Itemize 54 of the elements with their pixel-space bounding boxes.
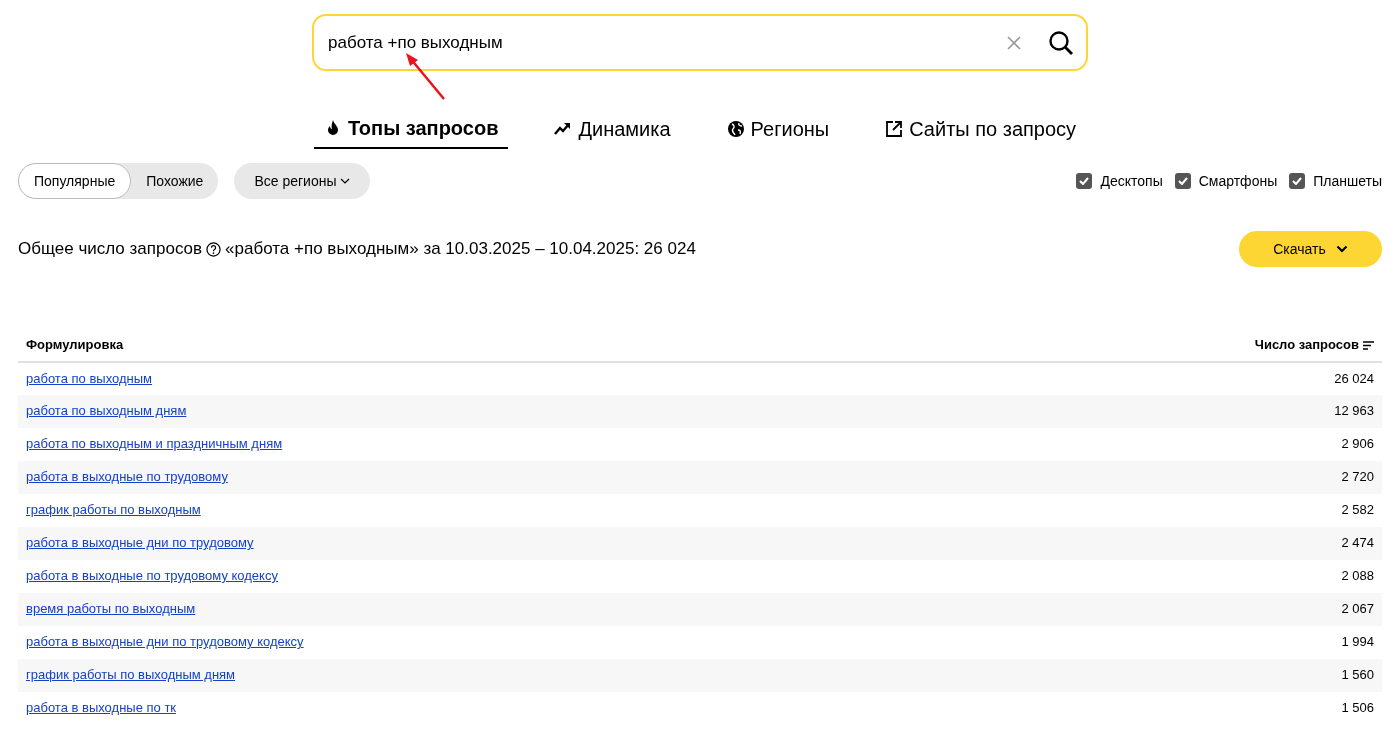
query-link[interactable]: работа в выходные по трудовому кодексу [26,568,278,584]
query-link[interactable]: работа в выходные по трудовому [26,469,228,485]
chevron-icon [340,178,351,184]
tab[interactable]: Топы запросов [313,113,509,149]
checkbox-label: Смартфоны [1198,171,1278,191]
column-header: Формулировка [26,337,124,352]
search-field[interactable]: работа +по выходным [312,14,1088,71]
query-count: 26 024 [1334,370,1374,386]
checkbox-label: Планшеты [1313,171,1382,191]
column-header[interactable]: Число запросов [1254,337,1359,352]
query-count: 2 474 [1341,535,1374,551]
checkbox[interactable] [1174,173,1191,189]
query-count: 2 720 [1341,469,1374,485]
download-button[interactable]: Скачать [1239,231,1382,267]
chevron-icon [1335,245,1348,253]
query-count: 2 067 [1341,601,1374,617]
tab[interactable]: Регионы [716,113,840,149]
annotation-arrow [404,52,448,102]
tab[interactable]: Динамика [544,113,681,149]
query-link[interactable]: работа по выходным и праздничным дням [26,436,283,452]
checkbox[interactable] [1289,173,1306,189]
query-count: 12 963 [1334,403,1374,419]
summary-text: «работа +по выходным» за 10.03.2025 – 10.04.2025: 26 024 [225,238,696,261]
checkmark-icon [1292,177,1303,185]
query-count: 2 088 [1341,568,1374,584]
region-dropdown[interactable]: Все регионы [234,163,371,199]
query-count: 2 582 [1341,502,1374,518]
checkmark-icon [1079,177,1090,185]
summary-label: Общее число запросов [18,238,203,261]
search-icon[interactable] [1048,29,1074,56]
sort-icon[interactable] [1363,341,1374,351]
query-link[interactable]: график работы по выходным дням [26,667,236,683]
search-input[interactable]: работа +по выходным [326,28,1006,57]
tab[interactable]: Сайты по запросу [875,113,1087,149]
query-link[interactable]: работа по выходным дням [26,403,187,419]
help-icon[interactable] [206,241,222,257]
query-count: 1 560 [1341,667,1374,683]
query-link[interactable]: график работы по выходным [26,502,201,518]
query-link[interactable]: время работы по выходным [26,601,196,617]
mode-tab[interactable]: Популярные [18,163,132,199]
globe-icon [726,120,745,138]
checkbox-label: Десктопы [1100,171,1163,191]
clear-icon[interactable] [1006,34,1022,51]
mode-tab[interactable]: Похожие [131,163,219,199]
query-count: 1 994 [1341,634,1374,650]
query-link[interactable]: работа в выходные по тк [26,700,177,716]
query-link[interactable]: работа в выходные дни по трудовому кодексу [26,634,304,650]
query-count: 2 906 [1341,436,1374,452]
checkbox[interactable] [1076,173,1093,189]
query-link[interactable]: работа по выходным [26,370,152,386]
query-link[interactable]: работа в выходные дни по трудовому [26,535,254,551]
external-link-icon [885,120,904,138]
checkmark-icon [1177,177,1188,185]
query-count: 1 506 [1341,700,1374,716]
